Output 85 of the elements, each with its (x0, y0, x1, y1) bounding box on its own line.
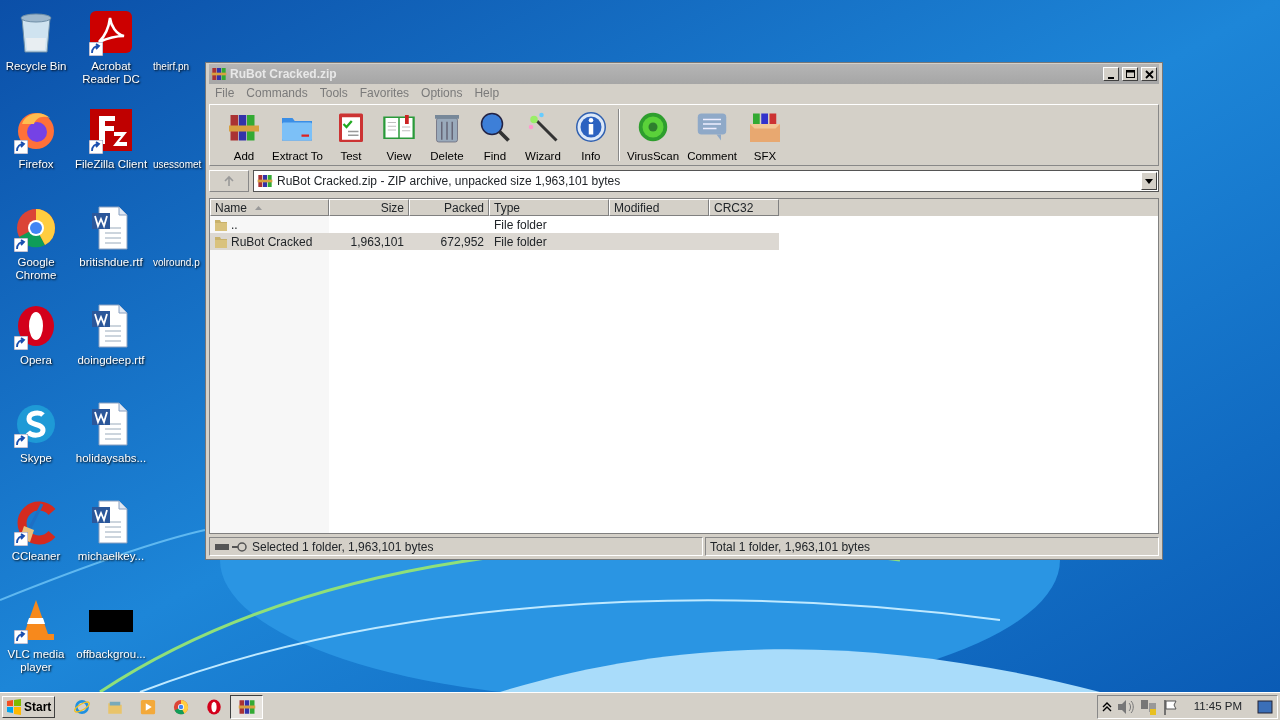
cell-text: File folder (494, 234, 547, 249)
shortcut-arrow-icon (14, 630, 28, 644)
window-title: RuBot Cracked.zip (230, 66, 338, 83)
icon-label: volround.p (153, 256, 200, 270)
toolbar-button[interactable]: Add (220, 109, 268, 166)
status-text: Total 1 folder, 1,963,101 bytes (710, 538, 871, 556)
cell-text: File folder (494, 217, 547, 232)
dropdown-button[interactable] (1141, 172, 1157, 190)
acrobat-icon (87, 8, 135, 56)
shortcut-arrow-icon (14, 532, 28, 546)
status-text: Selected 1 folder, 1,963,101 bytes (252, 538, 434, 556)
winrar-icon (237, 697, 256, 716)
minimize-button[interactable] (1103, 67, 1119, 81)
shortcut-arrow-icon (89, 140, 103, 154)
cell-text: .. (231, 216, 238, 234)
icon-label: michaelkey... (77, 550, 145, 563)
shortcut-arrow-icon (14, 434, 28, 448)
shortcut-arrow-icon (14, 336, 28, 350)
icon-label: Recycle Bin (5, 60, 67, 73)
folder-icon (214, 217, 228, 232)
address-field[interactable]: RuBot Cracked.zip - ZIP archive, unpacked size 1,963,101 bytes (253, 170, 1159, 192)
icon-label: Opera (20, 354, 52, 367)
column-header[interactable]: Size (329, 199, 409, 216)
caret-icon (1145, 178, 1153, 184)
desktop-icon[interactable] (87, 106, 135, 154)
shortcut-arrow-icon (14, 140, 28, 154)
drive-key-icon (214, 541, 248, 552)
toolbar-button[interactable]: Info (566, 109, 615, 166)
opera-icon (204, 697, 223, 716)
icon-label: Google Chrome (14, 256, 58, 282)
folder-icon (214, 234, 228, 249)
show-desktop-icon[interactable] (1257, 699, 1273, 714)
toolbar-button[interactable]: View (374, 109, 423, 166)
icon-label: VLC media player (6, 648, 66, 674)
windows-logo-icon (6, 698, 22, 715)
shortcut-arrow-icon (14, 238, 28, 252)
maximize-button[interactable] (1122, 67, 1138, 81)
toolbar-button[interactable]: Comment (683, 109, 741, 166)
cell-text: RuBot Cracked (231, 233, 313, 251)
flag-icon[interactable] (1162, 698, 1179, 715)
filezilla-icon (87, 106, 135, 154)
close-icon (1144, 69, 1154, 79)
taskbar-app-button[interactable] (230, 694, 264, 719)
media-player-icon (138, 697, 157, 716)
icon-label: theirf.pn (153, 60, 190, 74)
maximize-icon (1125, 70, 1135, 78)
start-button[interactable]: Start (2, 695, 56, 718)
shortcut-arrow-icon (89, 42, 103, 56)
toolbar-button[interactable]: Delete (422, 109, 471, 166)
icon-label: doingdeep.rtf (77, 354, 145, 367)
column-header[interactable]: Type (489, 199, 609, 216)
winrar-icon (257, 173, 273, 189)
chevron-up-icon[interactable] (1101, 701, 1112, 712)
file-row[interactable]: RuBot Cracked 1,963,101 672,952 File folder (210, 233, 779, 250)
icon-label: Skype (20, 452, 52, 465)
toolbar-button[interactable]: Test (326, 109, 375, 166)
internet-explorer-icon (72, 697, 91, 716)
icon-label: holidaysabs... (75, 452, 147, 465)
column-header[interactable]: CRC32 (709, 199, 779, 216)
toolbar-button[interactable]: Wizard (518, 109, 567, 166)
network-icon[interactable] (1139, 698, 1158, 715)
up-arrow-icon (223, 175, 235, 187)
toolbar-button[interactable]: VirusScan (622, 109, 684, 166)
chrome-icon (171, 697, 190, 716)
winrar-icon (211, 66, 227, 82)
column-header[interactable]: Name (210, 199, 329, 216)
icon-label: FileZilla Client (74, 158, 148, 171)
icon-label: Acrobat Reader DC (81, 60, 141, 86)
icon-label: Firefox (18, 158, 54, 171)
desktop-icon[interactable] (87, 8, 135, 56)
column-header[interactable]: Packed (409, 199, 489, 216)
minimize-icon (1108, 76, 1114, 79)
column-header[interactable]: Modified (609, 199, 709, 216)
icon-label: usessomet (153, 158, 202, 172)
icon-label: CCleaner (11, 550, 61, 563)
toolbar-button[interactable]: Find (470, 109, 519, 166)
icon-label: offbackgrou... (76, 648, 146, 661)
toolbar-button[interactable]: Extract To (268, 109, 327, 166)
close-button[interactable] (1141, 67, 1157, 81)
toolbar-button[interactable]: SFX (741, 109, 789, 166)
cell-text: 672,952 (440, 234, 484, 249)
cell-text: 1,963,101 (350, 234, 404, 249)
up-button[interactable] (209, 170, 249, 192)
file-row[interactable]: .. File folder (210, 216, 779, 233)
icon-label: britishdue.rtf (79, 256, 143, 269)
